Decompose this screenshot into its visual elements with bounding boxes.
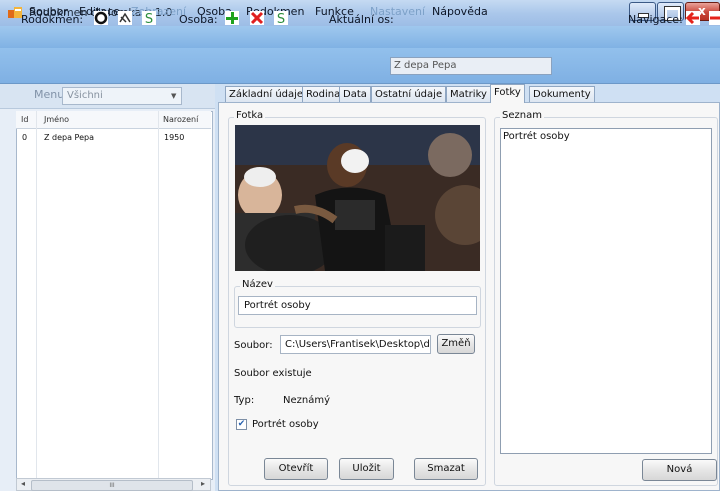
tab-rodina[interactable]: Rodina	[302, 86, 345, 102]
tab-zakladni-udaje[interactable]: Základní údaje	[225, 86, 308, 102]
scroll-left-icon[interactable]: ◂	[21, 479, 25, 488]
add-person-icon[interactable]	[224, 10, 240, 26]
tab-ostatni-udaje[interactable]: Ostatní údaje	[371, 86, 447, 102]
type-value: Neznámý	[283, 395, 331, 406]
menu-bar	[0, 26, 720, 48]
scroll-right-icon[interactable]: ▸	[201, 479, 205, 488]
toolbar	[0, 48, 720, 84]
file-status-text: Soubor existuje	[234, 368, 312, 379]
change-file-button[interactable]: Změň	[437, 334, 475, 354]
menu-label: Menu	[34, 88, 65, 101]
list-group-title: Seznam	[500, 110, 544, 121]
row-born-cell: 1950	[164, 133, 185, 142]
save-tree-icon[interactable]: S	[141, 10, 157, 27]
person-filter-select[interactable]: Všichni	[62, 87, 182, 105]
type-label: Typ:	[234, 395, 255, 406]
column-header-born[interactable]: Narození	[163, 115, 198, 124]
delete-button[interactable]: Smazat	[414, 458, 478, 480]
svg-text:S: S	[145, 12, 153, 26]
save-person-icon[interactable]: S	[273, 10, 289, 27]
grid-column-divider	[158, 111, 159, 478]
delete-person-icon[interactable]	[249, 10, 265, 26]
column-header-id[interactable]: Id	[21, 115, 28, 124]
tab-matriky[interactable]: Matriky	[446, 86, 491, 102]
app-icon	[8, 7, 22, 19]
photo-name-input[interactable]: Portrét osoby	[238, 296, 477, 315]
list-item[interactable]: Portrét osoby	[503, 131, 570, 142]
nav-forward-icon[interactable]	[708, 10, 720, 26]
aktualni-osoba-label: Aktuální os:	[329, 13, 394, 26]
osoba-label: Osoba:	[179, 13, 218, 26]
nav-back-icon[interactable]	[685, 10, 701, 26]
save-button[interactable]: Uložit	[339, 458, 394, 480]
navigace-label: Navigace:	[628, 13, 683, 26]
tab-dokumenty[interactable]: Dokumenty	[529, 86, 595, 102]
menu-zobrazeni[interactable]: Zobrazení	[131, 5, 186, 18]
horizontal-scrollbar[interactable]: ◂ III ▸	[16, 478, 211, 491]
file-path-input[interactable]: C:\Users\Frantisek\Desktop\dok	[280, 335, 431, 354]
column-header-name[interactable]: Jméno	[44, 115, 69, 124]
portrait-checkbox-label[interactable]: Portrét osoby	[252, 419, 319, 430]
svg-text:S: S	[277, 12, 285, 26]
scroll-thumb[interactable]: III	[31, 480, 193, 491]
person-grid[interactable]	[16, 111, 213, 480]
portrait-checkbox[interactable]: ✔	[236, 419, 247, 430]
rodokmen-label: Rodokmen:	[21, 13, 84, 26]
menu-napoveda[interactable]: Nápověda	[432, 5, 488, 18]
photo-group-title: Fotka	[234, 110, 266, 121]
grid-column-divider	[36, 111, 37, 478]
row-name-cell: Z depa Pepa	[44, 133, 94, 142]
new-tree-icon[interactable]	[93, 10, 109, 26]
current-person-field: Z depa Pepa	[390, 57, 552, 75]
open-tree-icon[interactable]	[117, 10, 133, 26]
open-button[interactable]: Otevřít	[264, 458, 328, 480]
tab-data[interactable]: Data	[339, 86, 371, 102]
tab-fotky[interactable]: Fotky	[490, 84, 525, 103]
row-id-cell: 0	[22, 133, 28, 142]
chevron-down-icon[interactable]: ▼	[171, 92, 176, 100]
photo-list[interactable]	[500, 128, 712, 454]
file-label: Soubor:	[234, 340, 273, 351]
person-photo[interactable]	[235, 125, 480, 271]
name-group-title: Název	[240, 279, 275, 290]
new-photo-button[interactable]: Nová	[642, 459, 717, 481]
